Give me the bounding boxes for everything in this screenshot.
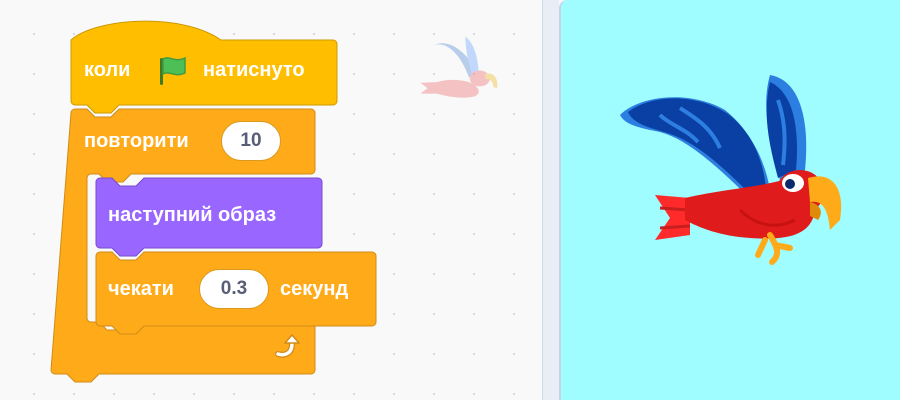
next-costume-label: наступний образ (108, 204, 277, 226)
seconds-label: секунд (280, 278, 349, 300)
repeat-label: повторити (84, 130, 189, 152)
wait-label: чекати (108, 278, 174, 300)
loop-arrow-icon (275, 334, 300, 358)
green-flag-icon (160, 56, 186, 85)
pane-divider (542, 0, 559, 400)
sprite-watermark-icon (420, 36, 498, 98)
when-label: коли (84, 59, 131, 81)
clicked-label: натиснуто (203, 59, 305, 81)
parrot-sprite[interactable] (600, 70, 850, 270)
repeat-count-input[interactable]: 10 (221, 121, 281, 161)
wait-seconds-input[interactable]: 0.3 (199, 269, 269, 309)
